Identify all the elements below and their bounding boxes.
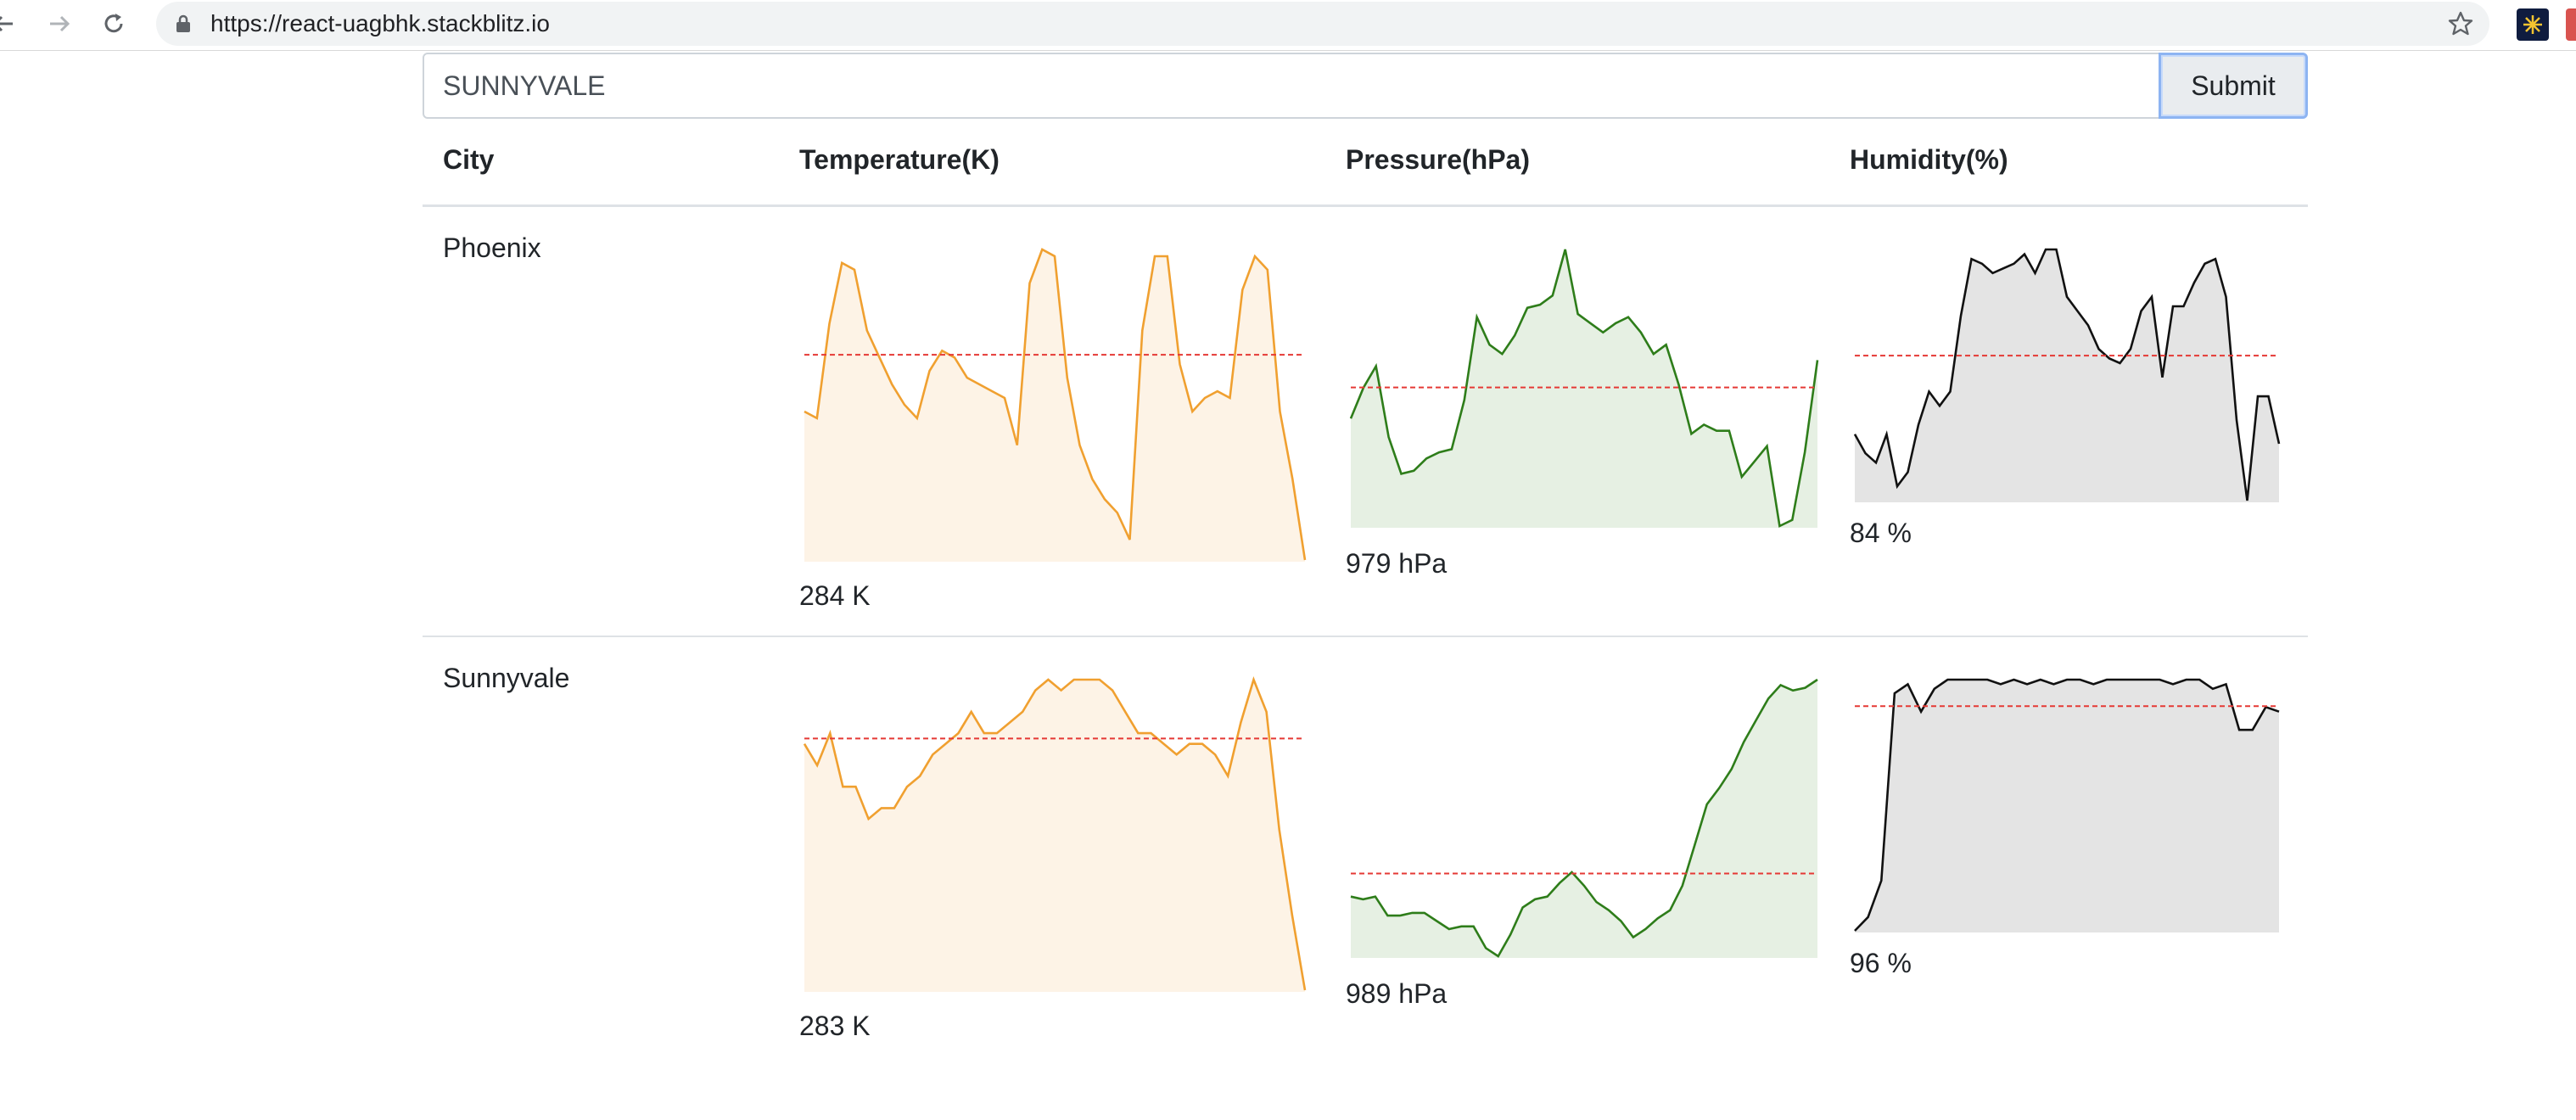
- forward-arrow-icon[interactable]: [42, 7, 76, 41]
- header-pressure: Pressure(hPa): [1346, 137, 1850, 207]
- city-cell: Phoenix: [423, 205, 799, 637]
- pressure-value: 989 hPa: [1346, 978, 1448, 1009]
- humidity-sparkline: [1853, 248, 2281, 502]
- lock-icon[interactable]: [173, 14, 193, 34]
- url-text[interactable]: https://react-uagbhk.stackblitz.io: [210, 10, 550, 37]
- extension-icon[interactable]: [2517, 8, 2549, 41]
- browser-toolbar: https://react-uagbhk.stackblitz.io: [0, 0, 2576, 51]
- header-temperature: Temperature(K): [799, 137, 1346, 207]
- address-bar[interactable]: https://react-uagbhk.stackblitz.io: [156, 2, 2489, 46]
- temperature-cell: 284 K: [799, 205, 1346, 637]
- humidity-area: [1855, 249, 2279, 502]
- pressure-sparkline: [1349, 249, 1819, 528]
- humidity-cell: 96 %: [1850, 636, 2308, 1044]
- submit-button[interactable]: Submit: [2159, 53, 2308, 119]
- city-cell: Sunnyvale: [423, 636, 799, 1044]
- humidity-value: 84 %: [1850, 517, 1912, 548]
- temperature-sparkline: [803, 676, 1307, 992]
- search-form: Submit: [423, 53, 2308, 119]
- temperature-sparkline: [804, 247, 1307, 562]
- table-row: Sunnyvale 283 K 989 hPa 96 %: [423, 636, 2308, 1044]
- humidity-value: 96 %: [1850, 948, 1912, 978]
- city-name: Sunnyvale: [443, 663, 570, 693]
- temperature-value: 284 K: [799, 580, 871, 611]
- weather-table: City Temperature(K) Pressure(hPa) Humidi…: [423, 137, 2308, 1044]
- humidity-sparkline: [1854, 678, 2280, 932]
- pressure-value: 979 hPa: [1346, 547, 1448, 579]
- header-city: City: [423, 137, 799, 207]
- table-header-row: City Temperature(K) Pressure(hPa) Humidi…: [423, 137, 2308, 207]
- pressure-cell: 989 hPa: [1346, 636, 1850, 1044]
- pressure-cell: 979 hPa: [1346, 205, 1850, 637]
- temperature-area: [804, 249, 1305, 562]
- temperature-cell: 283 K: [799, 636, 1346, 1044]
- humidity-cell: 84 %: [1850, 205, 2308, 637]
- pressure-sparkline: [1350, 678, 1818, 958]
- city-name: Phoenix: [443, 232, 541, 263]
- temperature-value: 283 K: [799, 1011, 871, 1041]
- extension-icon[interactable]: [2566, 8, 2576, 41]
- star-icon[interactable]: [2447, 10, 2474, 37]
- pressure-area: [1351, 680, 1817, 958]
- weather-app: Submit City Temperature(K) Pressure(hPa)…: [423, 53, 2308, 1041]
- humidity-area: [1855, 680, 2279, 932]
- reload-icon[interactable]: [97, 7, 131, 41]
- back-arrow-icon[interactable]: [0, 7, 20, 41]
- pressure-area: [1351, 249, 1817, 528]
- temperature-area: [804, 680, 1305, 992]
- city-search-input[interactable]: [423, 53, 2160, 119]
- header-humidity: Humidity(%): [1850, 137, 2308, 207]
- table-row: Phoenix 284 K 979 hPa 84 %: [423, 205, 2308, 637]
